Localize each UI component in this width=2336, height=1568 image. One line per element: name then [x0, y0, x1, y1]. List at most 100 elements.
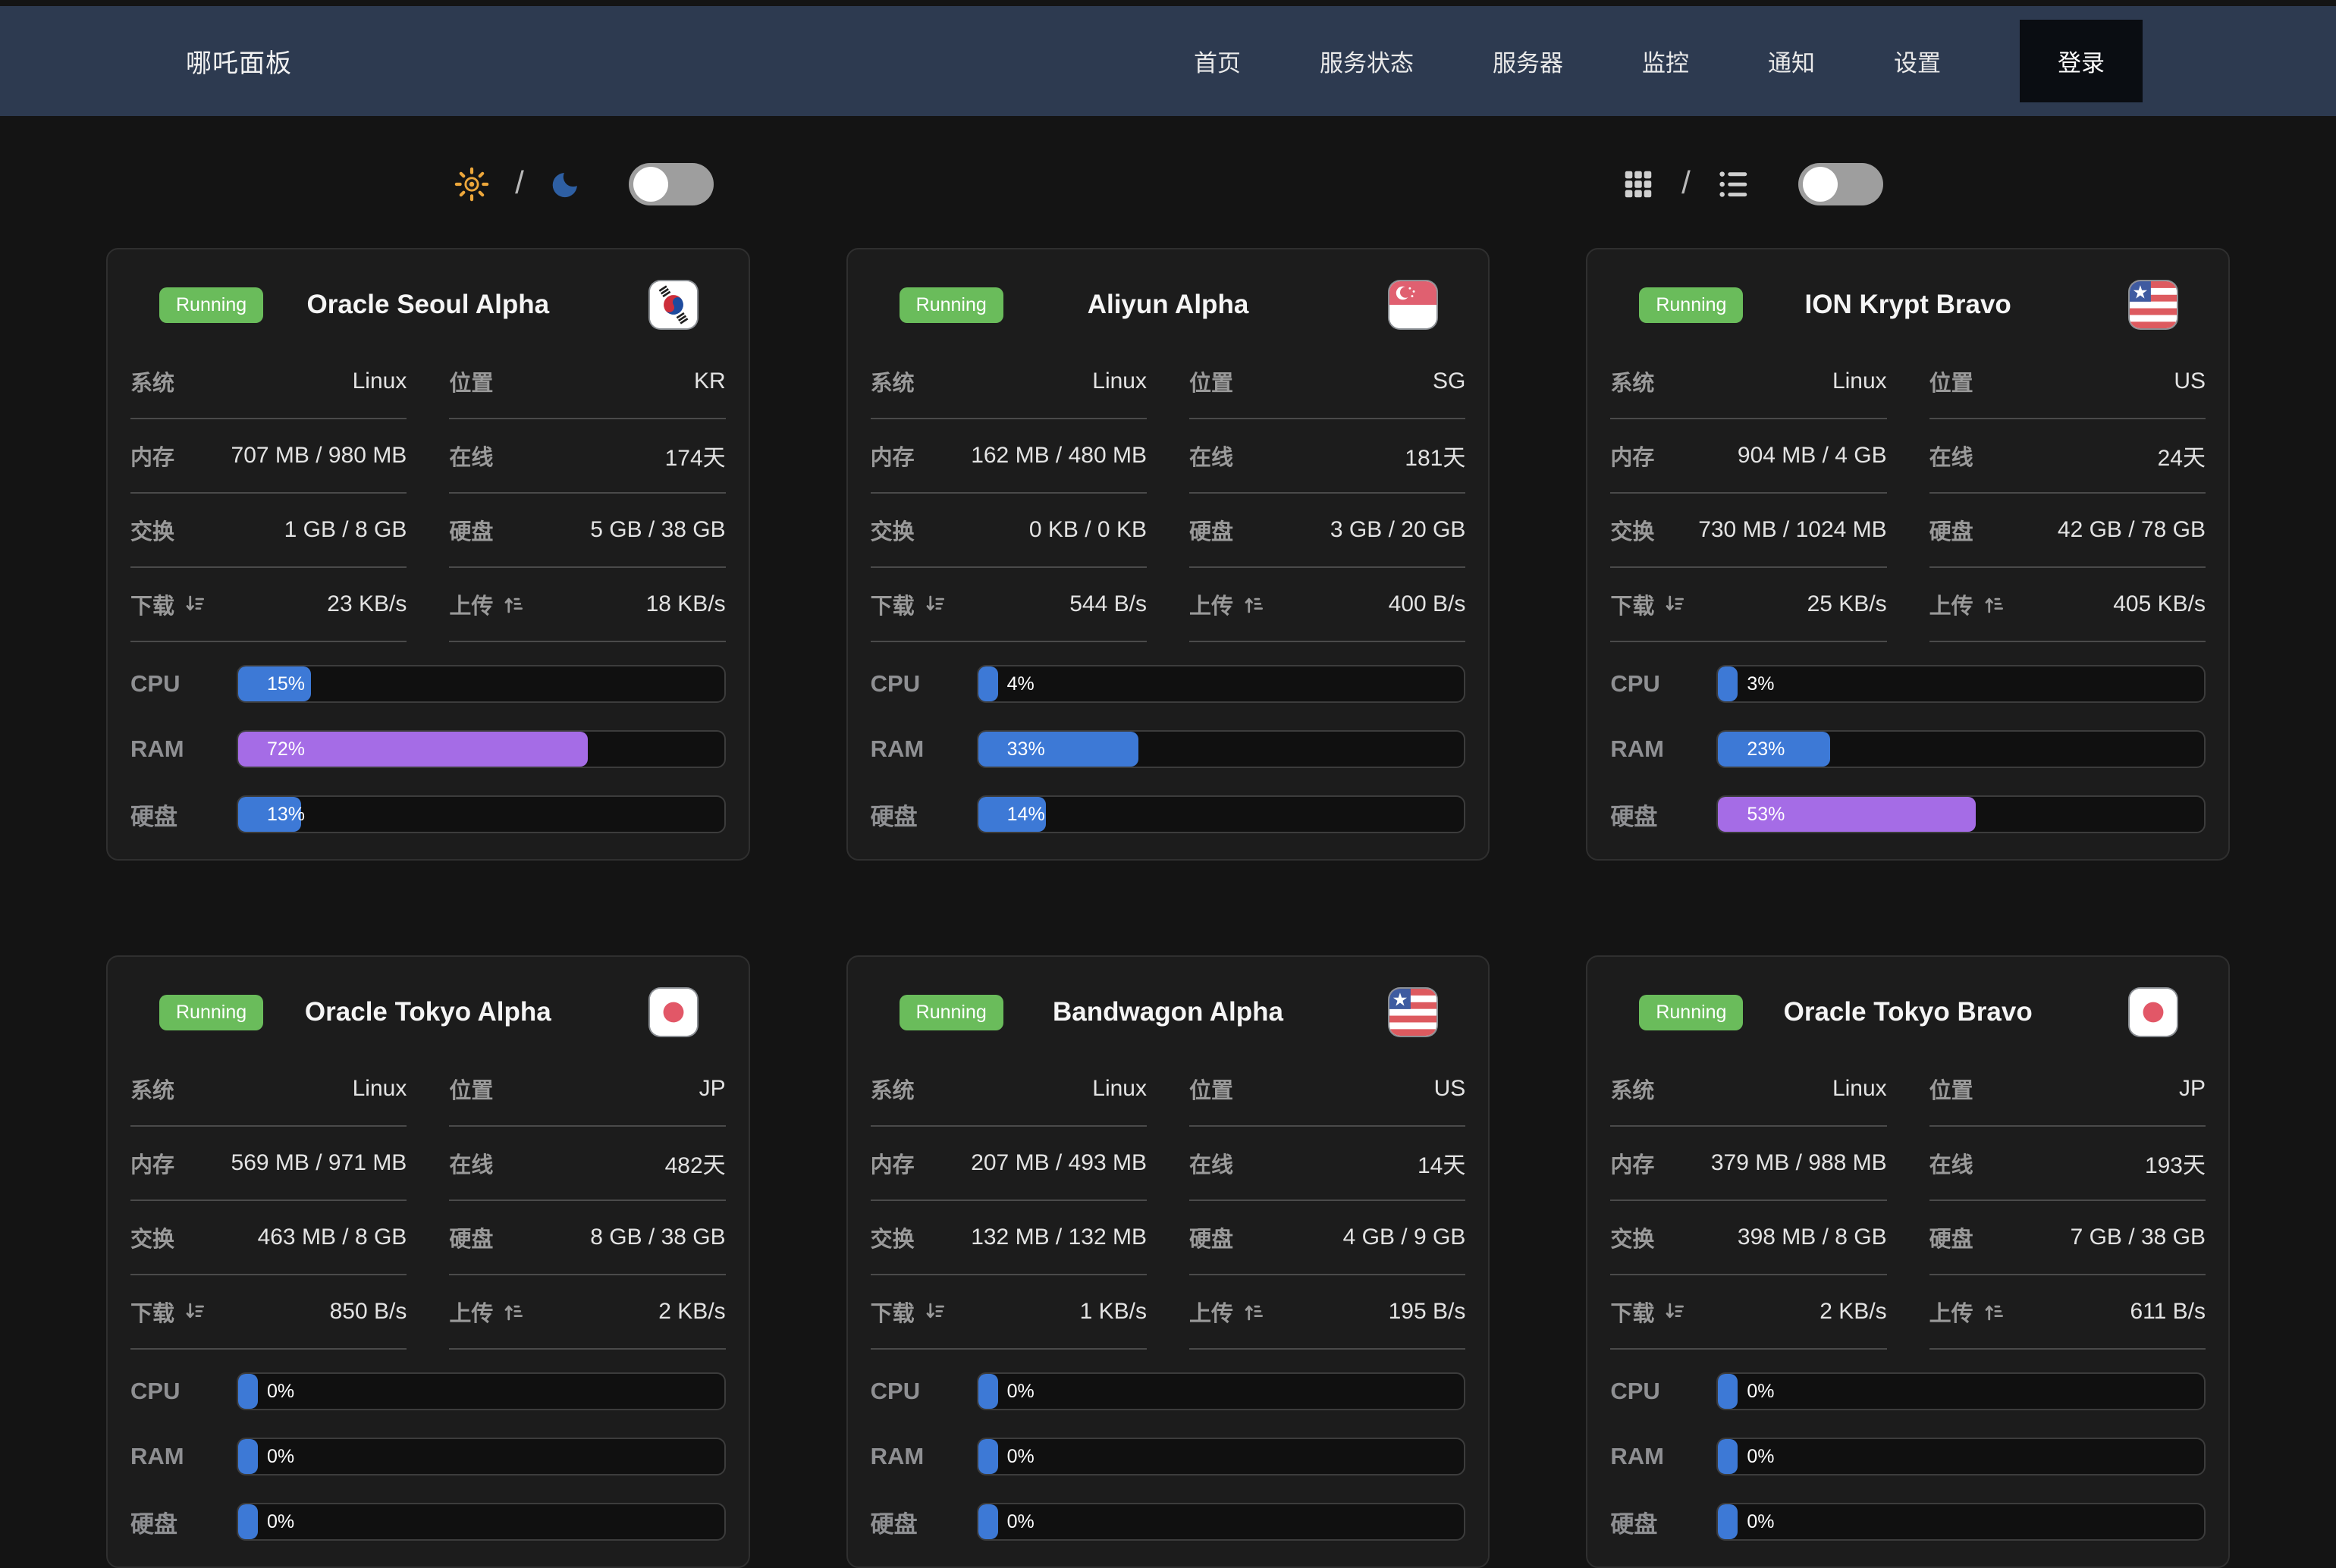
location-label: 位置: [1929, 365, 1973, 397]
nav-item-servers[interactable]: 服务器: [1493, 44, 1563, 78]
upload-sort-icon: [1242, 1300, 1265, 1323]
cpu-percent: 4%: [1007, 666, 1035, 701]
download-label: 下载: [1610, 1296, 1654, 1328]
stat-download: 下载 2 KB/s: [1610, 1275, 1886, 1350]
upload-label: 上传: [1189, 588, 1233, 620]
download-sort-icon: [924, 1300, 947, 1323]
memory-label: 内存: [1610, 1147, 1654, 1179]
disk-bar-label: 硬盘: [130, 798, 215, 832]
upload-label: 上传: [1929, 1296, 1973, 1328]
location-value: US: [1434, 1076, 1466, 1102]
stat-disk: 硬盘 5 GB / 38 GB: [449, 494, 725, 568]
memory-label: 内存: [130, 440, 174, 472]
stat-swap: 交换 463 MB / 8 GB: [130, 1201, 407, 1275]
swap-label: 交换: [1610, 1221, 1654, 1253]
stat-disk: 硬盘 4 GB / 9 GB: [1189, 1201, 1465, 1275]
server-card[interactable]: Running ION Krypt Bravo 系统 Linux 位置 US 内…: [1586, 248, 2230, 861]
location-label: 位置: [1189, 365, 1233, 397]
nav-item-notifications[interactable]: 通知: [1768, 44, 1815, 78]
upload-label: 上传: [449, 588, 493, 620]
disk-label: 硬盘: [1189, 1221, 1233, 1253]
server-stats: 系统 Linux 位置 JP 内存 569 MB / 971 MB 在线 482…: [130, 1052, 726, 1350]
cpu-bar: CPU 4%: [871, 665, 1466, 703]
cpu-bar-fill: [978, 666, 998, 701]
swap-label: 交换: [130, 514, 174, 546]
uptime-label: 在线: [1929, 1147, 1973, 1179]
server-grid: Running Oracle Seoul Alpha 系统 Linux 位置 K…: [0, 248, 2336, 1568]
nav-item-service-status[interactable]: 服务状态: [1320, 44, 1414, 78]
ram-bar-label: RAM: [1610, 1443, 1695, 1470]
disk-bar: 硬盘 53%: [1610, 795, 2206, 833]
system-label: 系统: [871, 365, 915, 397]
download-label: 下载: [871, 1296, 915, 1328]
ram-bar-label: RAM: [130, 1443, 215, 1470]
server-stats: 系统 Linux 位置 JP 内存 379 MB / 988 MB 在线 193…: [1610, 1052, 2206, 1350]
uptime-value: 482天: [665, 1146, 726, 1180]
download-value: 25 KB/s: [1807, 591, 1887, 617]
stat-uptime: 在线 193天: [1929, 1127, 2206, 1201]
server-stats: 系统 Linux 位置 SG 内存 162 MB / 480 MB 在线 181…: [871, 345, 1466, 642]
server-stats: 系统 Linux 位置 KR 内存 707 MB / 980 MB 在线 174…: [130, 345, 726, 642]
stat-location: 位置 SG: [1189, 345, 1465, 419]
ram-percent: 0%: [1007, 1439, 1035, 1474]
uptime-label: 在线: [1189, 440, 1233, 472]
location-value: JP: [699, 1076, 726, 1102]
swap-label: 交换: [871, 514, 915, 546]
download-label: 下载: [130, 588, 174, 620]
stat-system: 系统 Linux: [130, 1052, 407, 1127]
ram-bar-label: RAM: [871, 1443, 956, 1470]
memory-label: 内存: [871, 440, 915, 472]
swap-label: 交换: [1610, 514, 1654, 546]
stat-uptime: 在线 14天: [1189, 1127, 1465, 1201]
server-card-header: Running Oracle Tokyo Alpha: [130, 978, 726, 1043]
status-badge: Running: [159, 995, 263, 1030]
system-label: 系统: [130, 1073, 174, 1105]
stat-download: 下载 544 B/s: [871, 568, 1147, 642]
server-card[interactable]: Running Oracle Tokyo Bravo 系统 Linux 位置 J…: [1586, 955, 2230, 1568]
server-card[interactable]: Running Oracle Tokyo Alpha 系统 Linux 位置 J…: [106, 955, 750, 1568]
system-value: Linux: [1092, 368, 1147, 394]
server-card-header: Running Bandwagon Alpha: [871, 978, 1466, 1043]
system-value: Linux: [1832, 368, 1887, 394]
swap-value: 132 MB / 132 MB: [971, 1225, 1147, 1250]
disk-bar: 硬盘 0%: [871, 1503, 1466, 1541]
nav-item-home[interactable]: 首页: [1194, 44, 1241, 78]
theme-switch[interactable]: [629, 163, 714, 205]
disk-label: 硬盘: [1929, 514, 1973, 546]
cpu-bar: CPU 0%: [130, 1372, 726, 1410]
stat-upload: 上传 195 B/s: [1189, 1275, 1465, 1350]
swap-label: 交换: [130, 1221, 174, 1253]
ram-bar-track: 0%: [1716, 1438, 2206, 1475]
disk-bar-fill: [238, 1504, 258, 1539]
download-value: 544 B/s: [1069, 591, 1147, 617]
server-name: Oracle Tokyo Alpha: [305, 997, 551, 1027]
flag-icon-jp: [650, 989, 697, 1036]
memory-label: 内存: [871, 1147, 915, 1179]
ram-bar-label: RAM: [1610, 735, 1695, 763]
server-card[interactable]: Running Bandwagon Alpha 系统 Linux 位置 US 内…: [846, 955, 1490, 1568]
server-card[interactable]: Running Oracle Seoul Alpha 系统 Linux 位置 K…: [106, 248, 750, 861]
download-label: 下载: [1610, 588, 1654, 620]
memory-value: 162 MB / 480 MB: [971, 443, 1147, 469]
nav-item-settings[interactable]: 设置: [1894, 44, 1941, 78]
brand-title: 哪吒面板: [186, 42, 292, 80]
flag-icon-kr: [650, 281, 697, 328]
cpu-bar-label: CPU: [1610, 670, 1695, 698]
nav-item-monitor[interactable]: 监控: [1642, 44, 1689, 78]
view-switch[interactable]: [1798, 163, 1883, 205]
location-label: 位置: [1189, 1073, 1233, 1105]
disk-percent: 0%: [1747, 1504, 1774, 1539]
sun-icon: [454, 167, 489, 202]
cpu-bar-label: CPU: [130, 670, 215, 698]
login-button[interactable]: 登录: [2020, 20, 2143, 102]
stat-uptime: 在线 181天: [1189, 419, 1465, 494]
upload-value: 18 KB/s: [646, 591, 726, 617]
uptime-label: 在线: [449, 1147, 493, 1179]
cpu-bar-track: 15%: [237, 665, 726, 703]
stat-uptime: 在线 24天: [1929, 419, 2206, 494]
cpu-bar-fill: [238, 1374, 258, 1409]
stat-memory: 内存 207 MB / 493 MB: [871, 1127, 1147, 1201]
usage-bars: CPU 3% RAM 23% 硬盘 53%: [1610, 665, 2206, 833]
server-card[interactable]: Running Aliyun Alpha 系统 Linux 位置 SG 内存 1…: [846, 248, 1490, 861]
status-badge: Running: [900, 287, 1003, 323]
